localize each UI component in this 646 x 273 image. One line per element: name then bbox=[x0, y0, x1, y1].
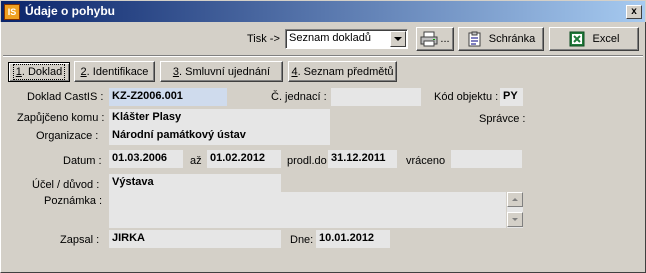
cislo-jednaci-field[interactable] bbox=[331, 88, 421, 106]
prodl-label: prodl.do bbox=[287, 155, 327, 167]
print-button[interactable]: ... bbox=[416, 27, 454, 51]
tab-doklad-caption: 1. Doklad bbox=[12, 64, 66, 80]
vraceno-field[interactable] bbox=[451, 150, 522, 168]
print-button-label: ... bbox=[440, 33, 450, 45]
ucel-field[interactable]: Výstava bbox=[109, 174, 281, 192]
tisk-select[interactable]: Seznam dokladů bbox=[285, 29, 408, 49]
tab-doklad-label: . Doklad bbox=[21, 66, 63, 78]
title-bar: IS Údaje o pohybu x bbox=[0, 0, 646, 22]
app-icon: IS bbox=[4, 4, 20, 20]
clipboard-icon bbox=[468, 31, 481, 47]
excel-button[interactable]: Excel bbox=[549, 27, 639, 51]
prodl-field[interactable]: 31.12.2011 bbox=[328, 150, 397, 168]
printer-icon bbox=[420, 31, 438, 47]
spravce-label: Správce : bbox=[479, 113, 526, 125]
tab-smluvni-ujednani[interactable]: 3. Smluvní ujednání bbox=[160, 61, 283, 82]
organizace-label: Organizace : bbox=[36, 130, 99, 142]
window-title: Údaje o pohybu bbox=[25, 4, 115, 18]
dne-field[interactable]: 10.01.2012 bbox=[316, 230, 390, 248]
scroll-up-icon[interactable] bbox=[507, 192, 523, 207]
datum-label: Datum : bbox=[63, 155, 102, 167]
az-label: až bbox=[190, 155, 202, 167]
poznamka-label: Poznámka : bbox=[44, 195, 103, 207]
az-field[interactable]: 01.02.2012 bbox=[207, 150, 281, 168]
kod-objektu-label: Kód objektu : bbox=[434, 91, 499, 103]
zapsal-label: Zapsal : bbox=[60, 234, 100, 246]
doklad-field[interactable]: KZ-Z2006.001 bbox=[109, 88, 227, 106]
vraceno-label: vráceno bbox=[406, 155, 446, 167]
tab-identifikace[interactable]: 2. Identifikace bbox=[74, 61, 155, 82]
datum-field[interactable]: 01.03.2006 bbox=[109, 150, 183, 168]
zapujceno-label: Zapůjčeno komu : bbox=[17, 112, 105, 124]
zapsal-field[interactable]: JIRKA bbox=[109, 230, 281, 248]
poznamka-field[interactable] bbox=[109, 192, 506, 228]
doklad-label: Doklad CastIS : bbox=[27, 91, 104, 103]
tab-smluvni-label: . Smluvní ujednání bbox=[179, 65, 271, 78]
scroll-down-icon[interactable] bbox=[507, 212, 523, 227]
zapujceno-field[interactable]: Klášter Plasy bbox=[109, 109, 330, 127]
tab-seznam-label: . Seznam předmětů bbox=[297, 65, 394, 78]
kod-objektu-field[interactable]: PY bbox=[500, 88, 523, 106]
chevron-down-icon[interactable] bbox=[390, 31, 406, 47]
close-button[interactable]: x bbox=[626, 5, 642, 19]
excel-icon bbox=[569, 31, 585, 47]
tab-identifikace-label: . Identifikace bbox=[86, 65, 149, 78]
ucel-label: Účel / důvod : bbox=[32, 179, 100, 191]
tisk-label: Tisk -> bbox=[247, 33, 280, 45]
clipboard-button-label: Schránka bbox=[488, 33, 536, 45]
excel-button-label: Excel bbox=[592, 33, 620, 45]
dne-label: Dne: bbox=[290, 234, 314, 246]
organizace-field[interactable]: Národní památkový ústav bbox=[109, 127, 330, 145]
tab-seznam-predmetu[interactable]: 4. Seznam předmětů bbox=[288, 61, 397, 82]
poznamka-scrollbar[interactable] bbox=[507, 192, 523, 228]
tisk-select-value: Seznam dokladů bbox=[289, 32, 371, 44]
cislo-jednaci-label: Č. jednací : bbox=[271, 91, 327, 103]
clipboard-button[interactable]: Schránka bbox=[458, 27, 544, 51]
tab-doklad[interactable]: 1. Doklad bbox=[8, 62, 70, 82]
toolbar-divider bbox=[3, 55, 643, 57]
